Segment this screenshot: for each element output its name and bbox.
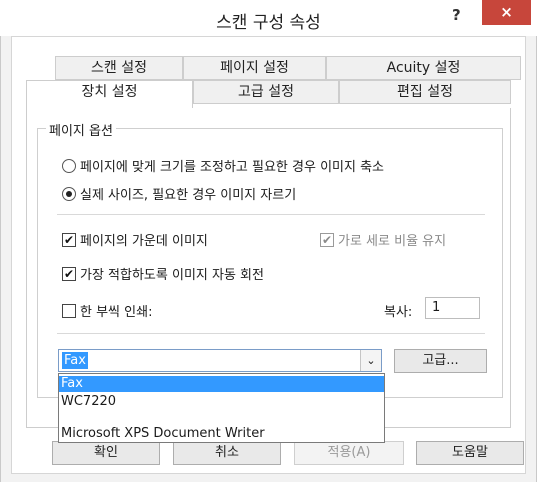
tab-page-settings[interactable]: 페이지 설정 xyxy=(183,56,326,80)
printer-option-xps[interactable]: Microsoft XPS Document Writer xyxy=(59,426,384,442)
radio-fit-to-page[interactable]: 페이지에 맞게 크기를 조정하고 필요한 경우 이미지 축소 xyxy=(62,156,384,175)
tab-acuity-settings[interactable]: Acuity 설정 xyxy=(326,56,521,80)
printer-select[interactable]: Fax ⌄ xyxy=(58,349,382,372)
radio-actual-label: 실제 사이즈, 필요한 경우 이미지 자르기 xyxy=(80,188,297,203)
help-icon[interactable]: ? xyxy=(452,6,461,24)
tab-advanced-settings[interactable]: 고급 설정 xyxy=(193,80,339,104)
cancel-button[interactable]: 취소 xyxy=(173,441,281,465)
printer-advanced-button[interactable]: 고급... xyxy=(394,349,487,373)
keep-ratio-label: 가로 세로 비율 유지 xyxy=(338,234,447,249)
auto-rotate-label: 가장 적합하도록 이미지 자동 회전 xyxy=(80,268,264,283)
printer-option-wc7220[interactable]: WC7220 xyxy=(59,394,384,410)
radio-fit-label: 페이지에 맞게 크기를 조정하고 필요한 경우 이미지 축소 xyxy=(80,160,385,175)
checkbox-checked-icon[interactable]: ✔ xyxy=(62,266,76,281)
printer-option-fax[interactable]: Fax xyxy=(59,376,384,392)
checkbox-checked-disabled-icon: ✔ xyxy=(320,232,334,247)
printer-dropdown-list: Fax WC7220 Microsoft XPS Document Writer xyxy=(58,373,385,443)
printer-selected-value: Fax xyxy=(62,352,88,369)
tab-edit-settings[interactable]: 편집 설정 xyxy=(339,80,511,104)
radio-on-icon[interactable] xyxy=(62,186,76,201)
checkbox-checked-icon[interactable]: ✔ xyxy=(62,232,76,247)
close-button[interactable]: × xyxy=(482,0,531,25)
center-image-label: 페이지의 가운데 이미지 xyxy=(80,234,208,249)
ok-button[interactable]: 확인 xyxy=(52,441,160,465)
one-up-label: 한 부씩 인쇄: xyxy=(80,305,153,320)
apply-button: 적용(A) xyxy=(294,441,404,465)
checkbox-auto-rotate[interactable]: ✔ 가장 적합하도록 이미지 자동 회전 xyxy=(62,264,264,283)
checkbox-one-up[interactable]: 한 부씩 인쇄: xyxy=(62,301,152,320)
copies-label: 복사: xyxy=(384,305,413,320)
radio-actual-size[interactable]: 실제 사이즈, 필요한 경우 이미지 자르기 xyxy=(62,184,296,203)
help-button[interactable]: 도움말 xyxy=(416,441,524,465)
copies-input[interactable]: 1 xyxy=(425,297,480,319)
tab-device-settings[interactable]: 장치 설정 xyxy=(26,80,193,108)
separator xyxy=(57,333,485,334)
separator xyxy=(57,214,485,215)
checkbox-center-image[interactable]: ✔ 페이지의 가운데 이미지 xyxy=(62,230,208,249)
chevron-down-icon[interactable]: ⌄ xyxy=(360,350,381,371)
tab-scan-settings[interactable]: 스캔 설정 xyxy=(55,56,183,80)
title-bar: 스캔 구성 속성 ? × xyxy=(0,0,537,36)
page-options-label: 페이지 옵션 xyxy=(46,120,116,139)
radio-off-icon[interactable] xyxy=(62,158,76,173)
checkbox-unchecked-icon[interactable] xyxy=(62,303,76,318)
checkbox-keep-ratio: ✔ 가로 세로 비율 유지 xyxy=(320,230,446,249)
